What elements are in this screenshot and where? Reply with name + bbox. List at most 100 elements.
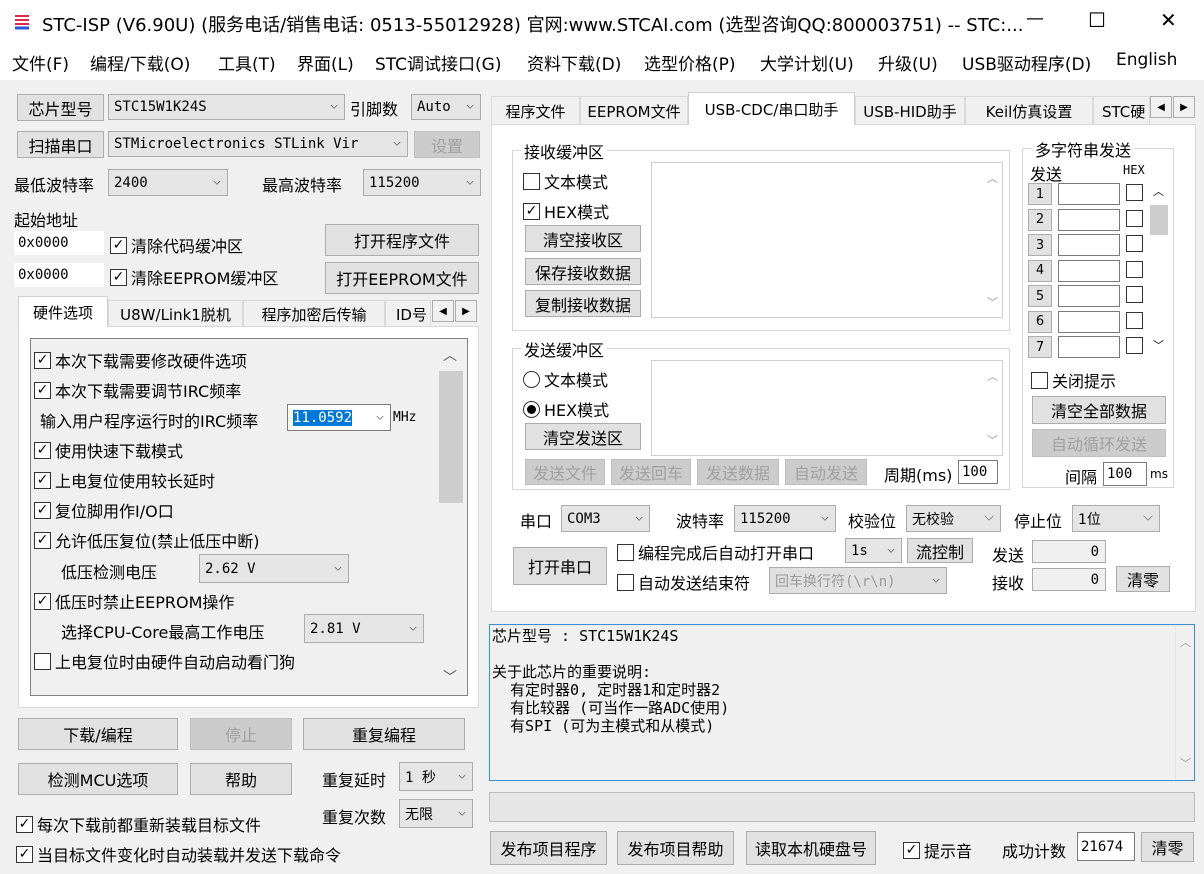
- checkbox-icon[interactable]: [523, 172, 540, 190]
- save-receive-button[interactable]: 保存接收数据: [525, 258, 641, 285]
- option-fast-download[interactable]: 使用快速下载模式: [34, 438, 183, 462]
- multi-send-input[interactable]: [1058, 234, 1120, 256]
- maximize-button[interactable]: ☐: [1088, 8, 1106, 32]
- option-watchdog[interactable]: 上电复位时由硬件自动启动看门狗: [34, 649, 295, 673]
- checkbox-icon[interactable]: [617, 543, 634, 561]
- tab-program-file[interactable]: 程序文件: [491, 96, 580, 125]
- checkbox-icon[interactable]: [617, 573, 634, 591]
- reset-success-button[interactable]: 清零: [1141, 832, 1194, 862]
- send-file-button[interactable]: 发送文件: [525, 459, 605, 485]
- irc-frequency-select[interactable]: 11.0592: [287, 404, 391, 431]
- scroll-thumb[interactable]: [439, 371, 463, 503]
- publish-help-button[interactable]: 发布项目帮助: [617, 831, 734, 865]
- multi-send-scrollbar[interactable]: ︿ ﹀: [1150, 183, 1168, 355]
- multi-send-hex-checkbox[interactable]: [1126, 209, 1147, 227]
- menu-program[interactable]: 编程/下载(O): [90, 50, 190, 75]
- reset-count-button[interactable]: 清零: [1116, 566, 1170, 592]
- checkbox-icon[interactable]: [1031, 371, 1048, 389]
- help-button[interactable]: 帮助: [190, 763, 292, 795]
- multi-send-row-button[interactable]: 2: [1028, 208, 1052, 231]
- multi-send-input[interactable]: [1058, 310, 1120, 333]
- checkbox-icon[interactable]: [110, 236, 127, 254]
- auto-end-char-checkbox[interactable]: 自动发送结束符: [617, 570, 750, 594]
- clear-code-checkbox[interactable]: 清除代码缓冲区: [110, 233, 243, 257]
- checkbox-icon[interactable]: [16, 815, 33, 833]
- scroll-thumb[interactable]: [1150, 205, 1168, 235]
- checkbox-icon[interactable]: [1126, 235, 1143, 252]
- menu-debug[interactable]: STC调试接口(G): [375, 50, 502, 75]
- right-tab-scroll-left-icon[interactable]: ◀: [1150, 96, 1172, 118]
- auto-loop-send-button[interactable]: 自动循环发送: [1032, 429, 1166, 457]
- auto-open-port-checkbox[interactable]: 编程完成后自动打开串口: [617, 540, 814, 564]
- checkbox-icon[interactable]: [1126, 286, 1143, 303]
- close-button[interactable]: ✕: [1160, 8, 1177, 32]
- checkbox-icon[interactable]: [110, 268, 127, 286]
- flow-control-button[interactable]: 流控制: [907, 538, 973, 563]
- menu-english[interactable]: English: [1116, 50, 1177, 70]
- send-cr-button[interactable]: 发送回车: [611, 459, 691, 485]
- option-reset-pin-io[interactable]: 复位脚用作I/O口: [34, 498, 174, 522]
- receive-textarea[interactable]: ︿ ﹀: [651, 162, 1003, 318]
- checkbox-icon[interactable]: [1126, 209, 1143, 227]
- multi-send-hex-checkbox[interactable]: [1126, 260, 1147, 278]
- interval-input[interactable]: 100: [1103, 462, 1147, 486]
- send-text-mode-radio[interactable]: 文本模式: [523, 367, 608, 391]
- right-tab-scroll-right-icon[interactable]: ▶: [1173, 96, 1195, 118]
- options-scrollbar[interactable]: ︿ ﹀: [437, 341, 465, 693]
- checkbox-icon[interactable]: [34, 471, 51, 489]
- pins-select[interactable]: Auto: [411, 94, 481, 120]
- repeat-count-select[interactable]: 无限: [399, 799, 473, 828]
- minimize-button[interactable]: —: [1026, 8, 1044, 29]
- reload-before-download-checkbox[interactable]: 每次下载前都重新装载目标文件: [16, 812, 261, 836]
- tab-usb-cdc-serial[interactable]: USB-CDC/串口助手: [688, 92, 855, 125]
- tab-encrypted-transfer[interactable]: 程序加密后传输: [243, 300, 385, 327]
- open-eeprom-file-button[interactable]: 打开EEPROM文件: [325, 262, 479, 294]
- chip-select[interactable]: STC15W1K24S: [108, 94, 345, 120]
- com-port-select[interactable]: COM3: [561, 505, 650, 532]
- max-baud-select[interactable]: 115200: [363, 169, 481, 196]
- checkbox-icon[interactable]: [34, 501, 51, 519]
- checkbox-icon[interactable]: [34, 592, 51, 610]
- multi-send-row-button[interactable]: 1: [1028, 183, 1052, 205]
- send-hex-mode-radio[interactable]: HEX模式: [523, 397, 609, 421]
- tab-usb-hid[interactable]: USB-HID助手: [855, 96, 965, 125]
- tab-id[interactable]: ID号: [385, 300, 431, 327]
- multi-send-input[interactable]: [1058, 336, 1120, 358]
- repeat-delay-select[interactable]: 1 秒: [399, 762, 473, 791]
- multi-send-row-button[interactable]: 4: [1028, 259, 1052, 282]
- menu-tools[interactable]: 工具(T): [218, 50, 276, 75]
- scroll-up-icon[interactable]: ︿: [1153, 183, 1164, 199]
- multi-send-row-button[interactable]: 6: [1028, 310, 1052, 333]
- low-voltage-select[interactable]: 2.62 V: [199, 554, 349, 583]
- multi-send-hex-checkbox[interactable]: [1126, 184, 1147, 201]
- checkbox-icon[interactable]: [34, 531, 51, 549]
- checkbox-icon[interactable]: [523, 202, 540, 220]
- detect-mcu-button[interactable]: 检测MCU选项: [18, 763, 178, 795]
- eeprom-address-input[interactable]: 0x0000: [14, 263, 104, 287]
- end-char-select[interactable]: 回车换行符(\r\n): [769, 567, 947, 594]
- tab-hardware-options[interactable]: 硬件选项: [18, 296, 108, 327]
- copy-receive-button[interactable]: 复制接收数据: [525, 290, 641, 317]
- send-scrollbar[interactable]: ︿ ﹀: [983, 362, 1001, 454]
- menu-file[interactable]: 文件(F): [12, 50, 69, 75]
- checkbox-icon[interactable]: [16, 845, 33, 863]
- checkbox-icon[interactable]: [34, 351, 51, 369]
- cpu-core-voltage-select[interactable]: 2.81 V: [304, 614, 424, 643]
- tab-keil-sim[interactable]: Keil仿真设置: [965, 96, 1093, 125]
- tab-u8w-offline[interactable]: U8W/Link1脱机: [108, 300, 243, 327]
- open-program-file-button[interactable]: 打开程序文件: [325, 224, 479, 256]
- multi-send-row-button[interactable]: 5: [1028, 285, 1052, 307]
- checkbox-icon[interactable]: [903, 841, 920, 859]
- checkbox-icon[interactable]: [1126, 337, 1143, 354]
- close-tip-checkbox[interactable]: 关闭提示: [1031, 368, 1116, 392]
- beep-checkbox[interactable]: 提示音: [903, 838, 972, 862]
- send-data-button[interactable]: 发送数据: [697, 459, 779, 485]
- tab-scroll-right-icon[interactable]: ▶: [455, 300, 477, 322]
- multi-send-row-button[interactable]: 7: [1028, 336, 1052, 358]
- download-program-button[interactable]: 下载/编程: [18, 718, 178, 750]
- radio-icon[interactable]: [523, 400, 540, 418]
- radio-icon[interactable]: [523, 370, 540, 388]
- checkbox-icon[interactable]: [34, 441, 51, 459]
- option-low-voltage-reset[interactable]: 允许低压复位(禁止低压中断): [34, 528, 260, 552]
- multi-send-input[interactable]: [1058, 183, 1120, 205]
